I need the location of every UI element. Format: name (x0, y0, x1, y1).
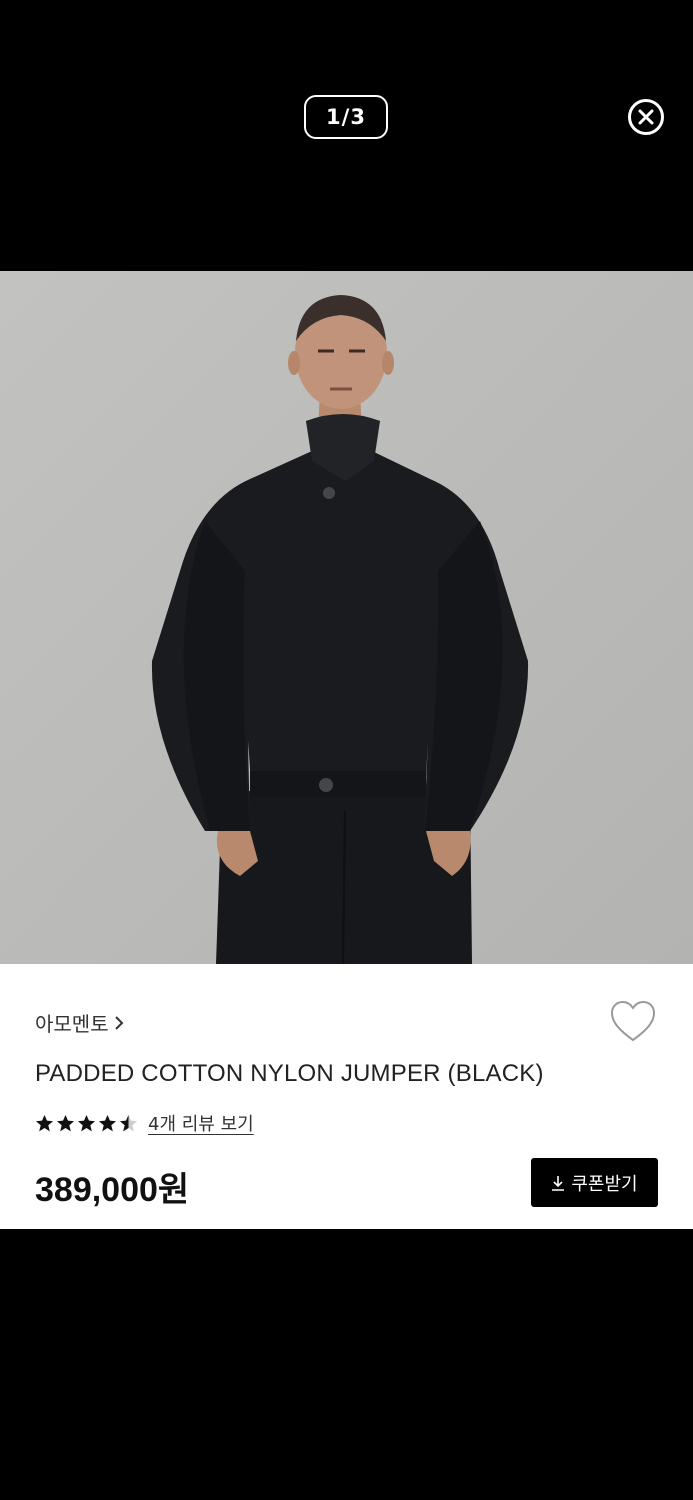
review-link[interactable]: 4개 리뷰 보기 (148, 1110, 254, 1136)
star-full-icon (98, 1114, 117, 1131)
star-half-icon (119, 1114, 138, 1131)
close-button[interactable] (628, 99, 664, 135)
download-icon (552, 1175, 565, 1191)
page-indicator: 1/3 (304, 95, 388, 139)
product-name: PADDED COTTON NYLON JUMPER (BLACK) (35, 1060, 544, 1087)
viewer-header: 1/3 (0, 0, 693, 271)
star-full-icon (77, 1114, 96, 1131)
star-rating (35, 1114, 138, 1133)
star-full-icon (35, 1114, 54, 1131)
chevron-right-icon (114, 1015, 124, 1030)
brand-link[interactable]: 아모멘토 (35, 1008, 125, 1037)
coupon-button-label: 쿠폰받기 (571, 1173, 638, 1195)
rating-row: 4개 리뷰 보기 (35, 1110, 254, 1136)
wishlist-button[interactable] (609, 1000, 657, 1044)
star-full-icon (56, 1114, 75, 1131)
close-icon (638, 109, 654, 125)
price: 389,000원 (35, 1171, 190, 1209)
coupon-button[interactable]: 쿠폰받기 (531, 1158, 658, 1207)
product-info-card: 아모멘토 PADDED COTTON NYLON JUMPER (BLACK) … (0, 964, 693, 1229)
product-photo[interactable] (0, 271, 693, 964)
heart-icon (610, 1000, 656, 1042)
brand-name: 아모멘토 (35, 1012, 109, 1036)
viewer-footer (0, 1229, 693, 1500)
